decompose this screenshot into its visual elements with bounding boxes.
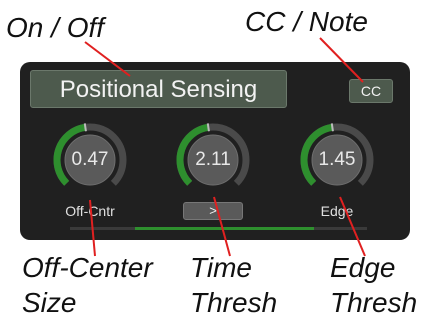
off-center-label: Off-Cntr [65, 203, 115, 219]
cc-note-button[interactable]: CC [349, 79, 393, 103]
callout-edge: Edge [330, 252, 396, 283]
callout-size: Size [22, 287, 77, 318]
off-center-knob[interactable]: 0.47 [52, 122, 128, 198]
callout-thresh-time: Thresh [190, 287, 278, 318]
knob-pointer [206, 123, 210, 132]
off-center-value: 0.47 [71, 149, 109, 170]
callout-off-center: Off-Center [22, 252, 153, 283]
callout-on-off: On / Off [6, 12, 105, 43]
callout-thresh-edge: Thresh [330, 287, 418, 318]
positional-sensing-panel: Positional Sensing CC 0.47 Off-Cntr 2.11… [20, 62, 410, 240]
range-fill [135, 227, 314, 230]
edge-thresh-knob[interactable]: 1.45 [299, 122, 375, 198]
edge-thresh-value: 1.45 [318, 149, 356, 170]
knob-pointer [330, 123, 334, 132]
time-thresh-knob[interactable]: 2.11 [175, 122, 251, 198]
time-thresh-arrow-button[interactable]: > [183, 202, 243, 220]
callout-time: Time [190, 252, 252, 283]
positional-sensing-toggle[interactable]: Positional Sensing [30, 70, 287, 108]
callout-cc-note: CC / Note [245, 6, 368, 37]
edge-thresh-label: Edge [320, 203, 354, 219]
knob-pointer [83, 123, 87, 132]
time-thresh-value: 2.11 [195, 149, 231, 170]
